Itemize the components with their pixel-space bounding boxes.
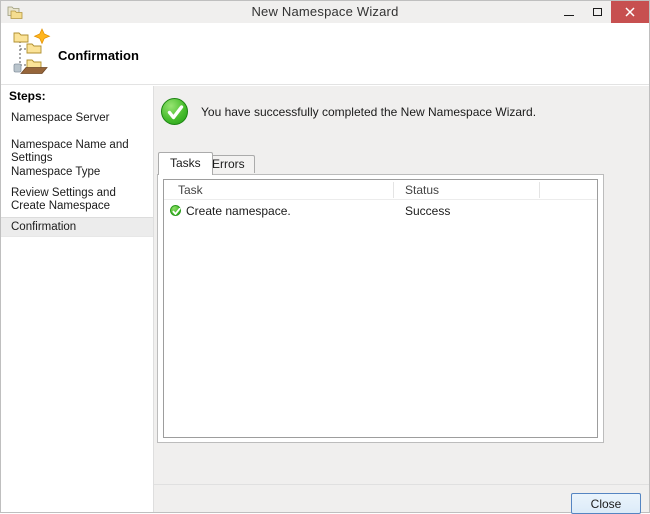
steps-sidebar: Steps: Namespace Server Namespace Name a…	[1, 86, 154, 512]
caption-buttons	[555, 1, 649, 23]
status-cell: Success	[405, 204, 451, 218]
column-separator	[393, 182, 394, 198]
task-cell: Create namespace.	[186, 204, 291, 218]
sidebar-item-review-settings[interactable]: Review Settings and Create Namespace	[1, 187, 151, 213]
sidebar-item-namespace-server[interactable]: Namespace Server	[1, 112, 153, 125]
success-check-icon	[169, 204, 183, 218]
page-title: Confirmation	[58, 48, 139, 63]
close-icon	[625, 7, 635, 17]
sidebar-item-namespace-name-and-settings[interactable]: Namespace Name and Settings	[1, 139, 153, 165]
column-separator	[539, 182, 540, 198]
wizard-window: New Namespace Wizard Confirmation Steps:…	[0, 0, 650, 514]
maximize-button[interactable]	[583, 1, 611, 23]
table-header-row: Task Status	[164, 180, 597, 200]
steps-heading: Steps:	[9, 89, 46, 103]
completion-message: You have successfully completed the New …	[201, 105, 537, 119]
close-button[interactable]: Close	[571, 493, 641, 514]
tab-tasks[interactable]: Tasks	[158, 152, 213, 175]
maximize-icon	[592, 8, 602, 16]
tasks-table: Task Status Create namespace. Success	[163, 179, 598, 438]
table-row[interactable]: Create namespace. Success	[164, 201, 597, 221]
close-window-button[interactable]	[611, 1, 649, 23]
table-header-status[interactable]: Status	[405, 180, 439, 200]
titlebar: New Namespace Wizard	[1, 1, 649, 23]
new-namespace-icon	[13, 28, 51, 74]
wizard-header: Confirmation	[1, 23, 649, 85]
tasks-tab-page: Task Status Create namespace. Success	[157, 174, 604, 443]
sidebar-item-namespace-type[interactable]: Namespace Type	[1, 166, 153, 179]
minimize-icon	[564, 14, 574, 16]
sidebar-item-confirmation[interactable]: Confirmation	[1, 217, 153, 237]
success-icon	[161, 98, 188, 125]
window-title: New Namespace Wizard	[251, 4, 399, 19]
table-header-task[interactable]: Task	[178, 180, 203, 200]
minimize-button[interactable]	[555, 1, 583, 23]
